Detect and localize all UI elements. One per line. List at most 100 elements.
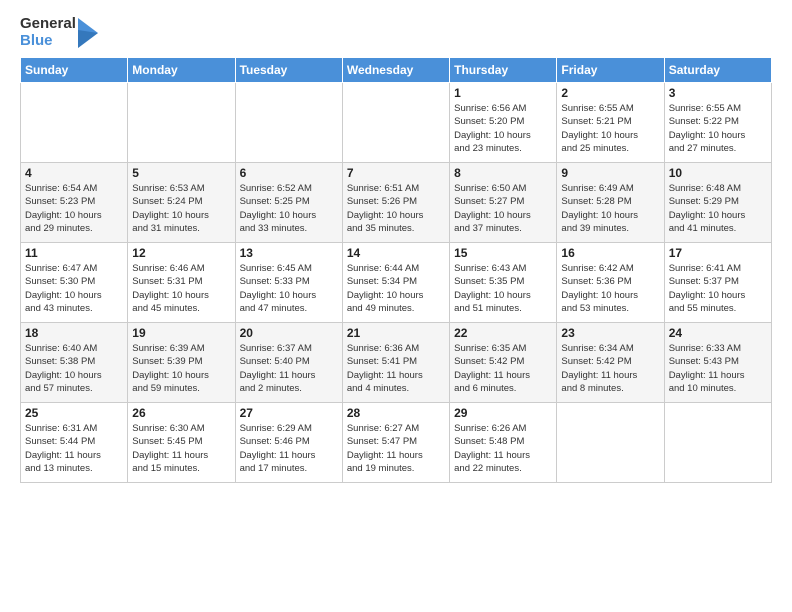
day-number: 19 (132, 326, 230, 340)
header-row: SundayMondayTuesdayWednesdayThursdayFrid… (21, 58, 772, 83)
day-info: Sunrise: 6:34 AMSunset: 5:42 PMDaylight:… (561, 342, 659, 395)
day-number: 3 (669, 86, 767, 100)
day-info: Sunrise: 6:29 AMSunset: 5:46 PMDaylight:… (240, 422, 338, 475)
logo-arrow-icon (78, 18, 98, 48)
day-cell-18: 18 Sunrise: 6:40 AMSunset: 5:38 PMDayligh… (21, 323, 128, 403)
day-number: 24 (669, 326, 767, 340)
day-info: Sunrise: 6:50 AMSunset: 5:27 PMDaylight:… (454, 182, 552, 235)
day-info: Sunrise: 6:40 AMSunset: 5:38 PMDaylight:… (25, 342, 123, 395)
day-number: 6 (240, 166, 338, 180)
logo-blue: Blue (20, 33, 76, 50)
day-number: 9 (561, 166, 659, 180)
day-info: Sunrise: 6:45 AMSunset: 5:33 PMDaylight:… (240, 262, 338, 315)
day-number: 15 (454, 246, 552, 260)
day-number: 14 (347, 246, 445, 260)
day-cell-9: 9 Sunrise: 6:49 AMSunset: 5:28 PMDaylight… (557, 163, 664, 243)
day-info: Sunrise: 6:42 AMSunset: 5:36 PMDaylight:… (561, 262, 659, 315)
day-cell-17: 17 Sunrise: 6:41 AMSunset: 5:37 PMDayligh… (664, 243, 771, 323)
day-info: Sunrise: 6:35 AMSunset: 5:42 PMDaylight:… (454, 342, 552, 395)
day-number: 22 (454, 326, 552, 340)
day-number: 29 (454, 406, 552, 420)
day-number: 8 (454, 166, 552, 180)
day-number: 11 (25, 246, 123, 260)
day-cell-10: 10 Sunrise: 6:48 AMSunset: 5:29 PMDayligh… (664, 163, 771, 243)
header-cell-tuesday: Tuesday (235, 58, 342, 83)
day-cell-21: 21 Sunrise: 6:36 AMSunset: 5:41 PMDayligh… (342, 323, 449, 403)
day-cell-29: 29Sunrise: 6:26 AMSunset: 5:48 PMDayligh… (450, 403, 557, 483)
day-number: 7 (347, 166, 445, 180)
header-cell-friday: Friday (557, 58, 664, 83)
day-number: 16 (561, 246, 659, 260)
day-info: Sunrise: 6:43 AMSunset: 5:35 PMDaylight:… (454, 262, 552, 315)
day-cell-27: 27Sunrise: 6:29 AMSunset: 5:46 PMDayligh… (235, 403, 342, 483)
day-info: Sunrise: 6:41 AMSunset: 5:37 PMDaylight:… (669, 262, 767, 315)
empty-cell (557, 403, 664, 483)
header-cell-thursday: Thursday (450, 58, 557, 83)
day-number: 4 (25, 166, 123, 180)
day-info: Sunrise: 6:44 AMSunset: 5:34 PMDaylight:… (347, 262, 445, 315)
day-cell-11: 11 Sunrise: 6:47 AMSunset: 5:30 PMDayligh… (21, 243, 128, 323)
header-cell-sunday: Sunday (21, 58, 128, 83)
empty-cell (128, 83, 235, 163)
day-number: 17 (669, 246, 767, 260)
page: General Blue SundayMondayTuesdayWednesda… (0, 0, 792, 612)
day-number: 21 (347, 326, 445, 340)
day-info: Sunrise: 6:52 AMSunset: 5:25 PMDaylight:… (240, 182, 338, 235)
day-info: Sunrise: 6:33 AMSunset: 5:43 PMDaylight:… (669, 342, 767, 395)
day-info: Sunrise: 6:47 AMSunset: 5:30 PMDaylight:… (25, 262, 123, 315)
day-cell-6: 6 Sunrise: 6:52 AMSunset: 5:25 PMDaylight… (235, 163, 342, 243)
day-cell-26: 26 Sunrise: 6:30 AMSunset: 5:45 PMDayligh… (128, 403, 235, 483)
header-cell-saturday: Saturday (664, 58, 771, 83)
day-info: Sunrise: 6:55 AMSunset: 5:22 PMDaylight:… (669, 102, 767, 155)
empty-cell (342, 83, 449, 163)
day-info: Sunrise: 6:31 AMSunset: 5:44 PMDaylight:… (25, 422, 123, 475)
empty-cell (664, 403, 771, 483)
calendar-body: 1Sunrise: 6:56 AMSunset: 5:20 PMDaylight… (21, 83, 772, 483)
empty-cell (235, 83, 342, 163)
day-info: Sunrise: 6:48 AMSunset: 5:29 PMDaylight:… (669, 182, 767, 235)
day-cell-24: 24 Sunrise: 6:33 AMSunset: 5:43 PMDayligh… (664, 323, 771, 403)
day-info: Sunrise: 6:37 AMSunset: 5:40 PMDaylight:… (240, 342, 338, 395)
logo: General Blue (20, 16, 98, 49)
day-cell-1: 1Sunrise: 6:56 AMSunset: 5:20 PMDaylight… (450, 83, 557, 163)
day-cell-23: 23Sunrise: 6:34 AMSunset: 5:42 PMDayligh… (557, 323, 664, 403)
week-row-3: 18 Sunrise: 6:40 AMSunset: 5:38 PMDayligh… (21, 323, 772, 403)
day-number: 18 (25, 326, 123, 340)
day-cell-15: 15 Sunrise: 6:43 AMSunset: 5:35 PMDayligh… (450, 243, 557, 323)
logo-general: General (20, 16, 76, 33)
empty-cell (21, 83, 128, 163)
day-info: Sunrise: 6:36 AMSunset: 5:41 PMDaylight:… (347, 342, 445, 395)
day-number: 26 (132, 406, 230, 420)
day-number: 2 (561, 86, 659, 100)
day-number: 10 (669, 166, 767, 180)
day-cell-4: 4 Sunrise: 6:54 AMSunset: 5:23 PMDaylight… (21, 163, 128, 243)
day-cell-12: 12Sunrise: 6:46 AMSunset: 5:31 PMDayligh… (128, 243, 235, 323)
calendar-table: SundayMondayTuesdayWednesdayThursdayFrid… (20, 57, 772, 483)
day-cell-13: 13Sunrise: 6:45 AMSunset: 5:33 PMDayligh… (235, 243, 342, 323)
logo-graphic: General Blue (20, 16, 98, 49)
header-cell-monday: Monday (128, 58, 235, 83)
day-number: 25 (25, 406, 123, 420)
day-number: 12 (132, 246, 230, 260)
calendar-header: SundayMondayTuesdayWednesdayThursdayFrid… (21, 58, 772, 83)
day-cell-8: 8 Sunrise: 6:50 AMSunset: 5:27 PMDaylight… (450, 163, 557, 243)
day-info: Sunrise: 6:27 AMSunset: 5:47 PMDaylight:… (347, 422, 445, 475)
day-cell-2: 2 Sunrise: 6:55 AMSunset: 5:21 PMDaylight… (557, 83, 664, 163)
day-info: Sunrise: 6:30 AMSunset: 5:45 PMDaylight:… (132, 422, 230, 475)
day-number: 20 (240, 326, 338, 340)
day-cell-19: 19 Sunrise: 6:39 AMSunset: 5:39 PMDayligh… (128, 323, 235, 403)
day-cell-16: 16 Sunrise: 6:42 AMSunset: 5:36 PMDayligh… (557, 243, 664, 323)
header: General Blue (20, 16, 772, 49)
day-cell-3: 3 Sunrise: 6:55 AMSunset: 5:22 PMDaylight… (664, 83, 771, 163)
day-info: Sunrise: 6:49 AMSunset: 5:28 PMDaylight:… (561, 182, 659, 235)
day-cell-14: 14 Sunrise: 6:44 AMSunset: 5:34 PMDayligh… (342, 243, 449, 323)
day-cell-28: 28Sunrise: 6:27 AMSunset: 5:47 PMDayligh… (342, 403, 449, 483)
day-info: Sunrise: 6:51 AMSunset: 5:26 PMDaylight:… (347, 182, 445, 235)
day-cell-5: 5Sunrise: 6:53 AMSunset: 5:24 PMDaylight… (128, 163, 235, 243)
day-info: Sunrise: 6:39 AMSunset: 5:39 PMDaylight:… (132, 342, 230, 395)
week-row-1: 4 Sunrise: 6:54 AMSunset: 5:23 PMDaylight… (21, 163, 772, 243)
day-info: Sunrise: 6:55 AMSunset: 5:21 PMDaylight:… (561, 102, 659, 155)
day-info: Sunrise: 6:54 AMSunset: 5:23 PMDaylight:… (25, 182, 123, 235)
day-info: Sunrise: 6:56 AMSunset: 5:20 PMDaylight:… (454, 102, 552, 155)
week-row-2: 11 Sunrise: 6:47 AMSunset: 5:30 PMDayligh… (21, 243, 772, 323)
